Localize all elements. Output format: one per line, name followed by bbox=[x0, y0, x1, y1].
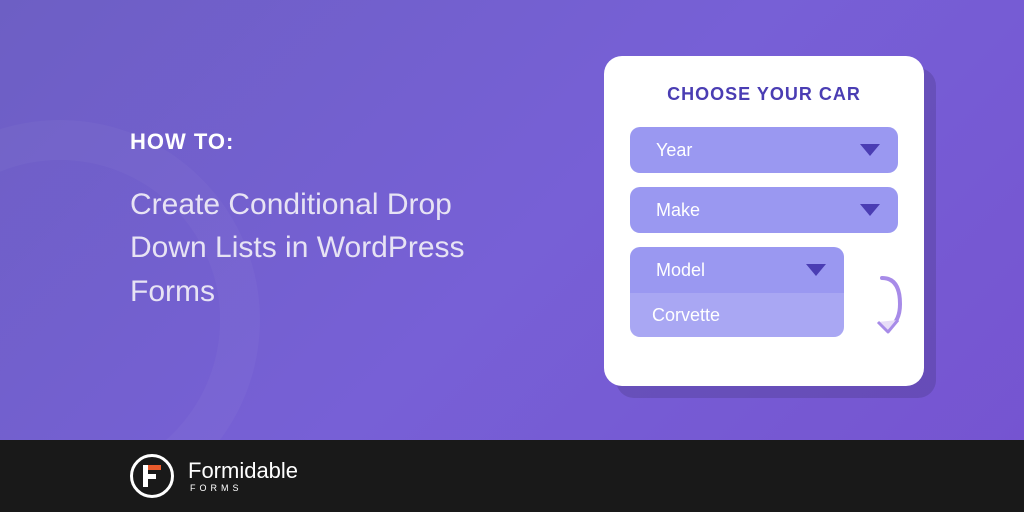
year-dropdown[interactable]: Year bbox=[630, 127, 898, 173]
chevron-down-icon bbox=[806, 264, 826, 276]
page-title: Create Conditional Drop Down Lists in Wo… bbox=[130, 183, 510, 314]
model-dropdown-label: Model bbox=[656, 260, 705, 281]
chevron-down-icon bbox=[860, 144, 880, 156]
text-column: HOW TO: Create Conditional Drop Down Lis… bbox=[130, 129, 544, 314]
howto-label: HOW TO: bbox=[130, 129, 544, 155]
model-option-label: Corvette bbox=[652, 305, 720, 326]
brand-logo-icon bbox=[130, 454, 174, 498]
brand-name: Formidable bbox=[188, 460, 298, 482]
curved-arrow-icon bbox=[858, 274, 906, 346]
year-dropdown-label: Year bbox=[656, 140, 692, 161]
form-card-title: CHOOSE YOUR CAR bbox=[630, 84, 898, 105]
model-dropdown-option[interactable]: Corvette bbox=[630, 293, 844, 337]
make-dropdown[interactable]: Make bbox=[630, 187, 898, 233]
make-dropdown-label: Make bbox=[656, 200, 700, 221]
form-card-wrapper: CHOOSE YOUR CAR Year Make Model Corvette bbox=[604, 56, 924, 386]
chevron-down-icon bbox=[860, 204, 880, 216]
brand-subtitle: FORMS bbox=[190, 484, 298, 493]
logo-f-mark bbox=[143, 465, 161, 487]
footer-bar: Formidable FORMS bbox=[0, 440, 1024, 512]
main-content: HOW TO: Create Conditional Drop Down Lis… bbox=[0, 0, 1024, 512]
brand-logo-text: Formidable FORMS bbox=[188, 460, 298, 493]
form-card: CHOOSE YOUR CAR Year Make Model Corvette bbox=[604, 56, 924, 386]
model-dropdown[interactable]: Model bbox=[630, 247, 844, 293]
